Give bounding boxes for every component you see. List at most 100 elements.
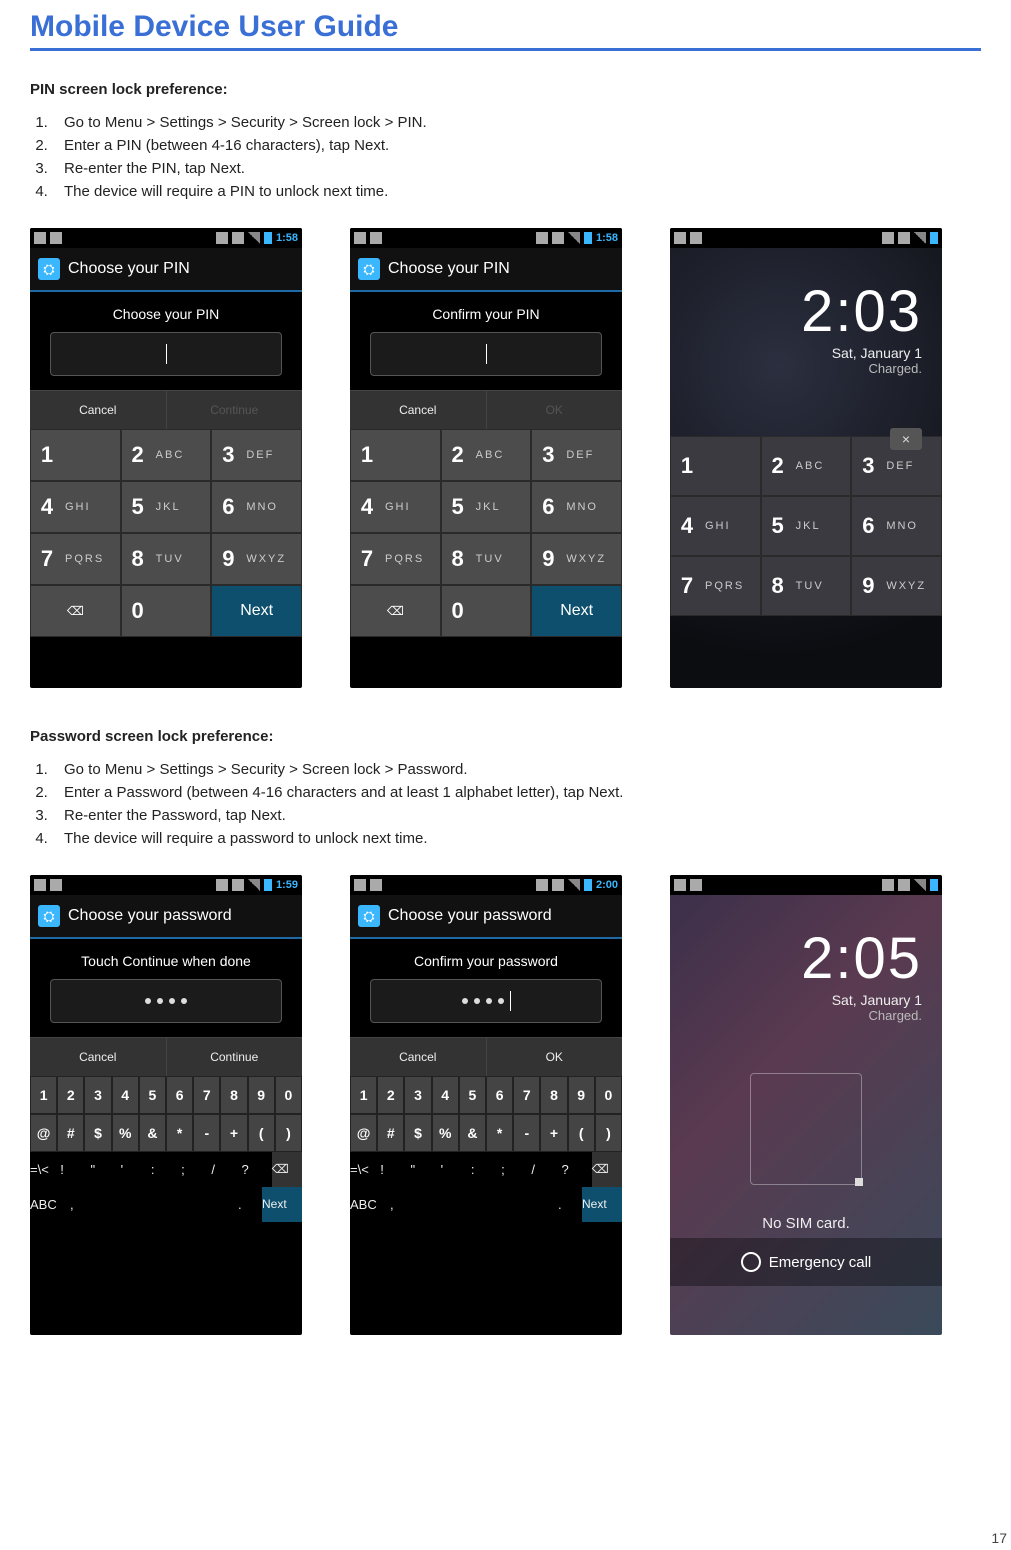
key[interactable]: 3 xyxy=(404,1076,431,1114)
key[interactable]: - xyxy=(193,1114,220,1152)
key[interactable]: # xyxy=(377,1114,404,1152)
key[interactable]: / xyxy=(211,1152,241,1187)
key[interactable]: ; xyxy=(181,1152,211,1187)
key-backspace[interactable]: ⌫ xyxy=(272,1152,302,1187)
key-4[interactable]: 4GHI xyxy=(670,496,761,556)
key[interactable]: 2 xyxy=(57,1076,84,1114)
key-next[interactable]: Next xyxy=(262,1187,302,1222)
key-0[interactable]: 0 xyxy=(121,585,212,637)
key[interactable]: ' xyxy=(121,1152,151,1187)
key[interactable]: 8 xyxy=(220,1076,247,1114)
key-0[interactable]: 0 xyxy=(441,585,532,637)
pin-input[interactable] xyxy=(50,332,282,376)
key-2[interactable]: 2ABC xyxy=(441,429,532,481)
key-comma[interactable]: , xyxy=(390,1187,414,1222)
key-2[interactable]: 2ABC xyxy=(761,436,852,496)
key[interactable]: : xyxy=(471,1152,501,1187)
key[interactable]: 3 xyxy=(84,1076,111,1114)
key-more[interactable]: =\< xyxy=(350,1152,380,1187)
ok-button[interactable]: OK xyxy=(487,1038,623,1076)
key-next[interactable]: Next xyxy=(211,585,302,637)
key[interactable]: 9 xyxy=(248,1076,275,1114)
key-6[interactable]: 6MNO xyxy=(211,481,302,533)
key[interactable]: * xyxy=(486,1114,513,1152)
key[interactable]: ! xyxy=(60,1152,90,1187)
key[interactable]: $ xyxy=(404,1114,431,1152)
key[interactable]: 5 xyxy=(459,1076,486,1114)
key-2[interactable]: 2ABC xyxy=(121,429,212,481)
key[interactable]: 0 xyxy=(275,1076,302,1114)
key-3[interactable]: 3DEF xyxy=(211,429,302,481)
key-5[interactable]: 5JKL xyxy=(761,496,852,556)
key[interactable]: # xyxy=(57,1114,84,1152)
key[interactable]: 2 xyxy=(377,1076,404,1114)
key[interactable]: ( xyxy=(248,1114,275,1152)
password-input[interactable] xyxy=(370,979,602,1023)
key[interactable]: + xyxy=(220,1114,247,1152)
cancel-button[interactable]: Cancel xyxy=(350,1038,487,1076)
unlock-area[interactable] xyxy=(750,1073,862,1185)
key-1[interactable]: 1 xyxy=(30,429,121,481)
key[interactable]: ? xyxy=(562,1152,592,1187)
key-8[interactable]: 8TUV xyxy=(761,556,852,616)
key-space[interactable] xyxy=(414,1187,558,1222)
key-next[interactable]: Next xyxy=(582,1187,622,1222)
key[interactable]: 0 xyxy=(595,1076,622,1114)
key-1[interactable]: 1 xyxy=(350,429,441,481)
key[interactable]: " xyxy=(410,1152,440,1187)
key[interactable]: 4 xyxy=(432,1076,459,1114)
pin-input[interactable] xyxy=(370,332,602,376)
key[interactable]: ! xyxy=(380,1152,410,1187)
key[interactable]: - xyxy=(513,1114,540,1152)
key-backspace[interactable]: ⌫ xyxy=(592,1152,622,1187)
key[interactable]: * xyxy=(166,1114,193,1152)
key-abc[interactable]: ABC xyxy=(350,1187,390,1222)
key-8[interactable]: 8TUV xyxy=(441,533,532,585)
key[interactable]: + xyxy=(540,1114,567,1152)
key-6[interactable]: 6MNO xyxy=(851,496,942,556)
key[interactable]: @ xyxy=(30,1114,57,1152)
key-7[interactable]: 7PQRS xyxy=(350,533,441,585)
key[interactable]: 6 xyxy=(486,1076,513,1114)
key-3[interactable]: 3DEF xyxy=(531,429,622,481)
key[interactable]: % xyxy=(432,1114,459,1152)
continue-button[interactable]: Continue xyxy=(167,391,303,429)
key[interactable]: 7 xyxy=(193,1076,220,1114)
backspace-button[interactable] xyxy=(890,428,922,450)
key[interactable]: 4 xyxy=(112,1076,139,1114)
key-space[interactable] xyxy=(94,1187,238,1222)
key[interactable]: 7 xyxy=(513,1076,540,1114)
key-5[interactable]: 5JKL xyxy=(441,481,532,533)
key[interactable]: 6 xyxy=(166,1076,193,1114)
key-4[interactable]: 4GHI xyxy=(30,481,121,533)
key-5[interactable]: 5JKL xyxy=(121,481,212,533)
key-9[interactable]: 9WXYZ xyxy=(851,556,942,616)
key-next[interactable]: Next xyxy=(531,585,622,637)
key-backspace[interactable]: ⌫ xyxy=(350,585,441,637)
key[interactable]: ( xyxy=(568,1114,595,1152)
key[interactable]: 8 xyxy=(540,1076,567,1114)
key-4[interactable]: 4GHI xyxy=(350,481,441,533)
key[interactable]: ' xyxy=(441,1152,471,1187)
key[interactable]: ) xyxy=(595,1114,622,1152)
cancel-button[interactable]: Cancel xyxy=(350,391,487,429)
key-more[interactable]: =\< xyxy=(30,1152,60,1187)
key[interactable]: % xyxy=(112,1114,139,1152)
key-9[interactable]: 9WXYZ xyxy=(211,533,302,585)
key-9[interactable]: 9WXYZ xyxy=(531,533,622,585)
key[interactable]: 1 xyxy=(350,1076,377,1114)
password-input[interactable] xyxy=(50,979,282,1023)
key[interactable]: & xyxy=(459,1114,486,1152)
key[interactable]: @ xyxy=(350,1114,377,1152)
key-1[interactable]: 1 xyxy=(670,436,761,496)
key[interactable]: ? xyxy=(242,1152,272,1187)
key[interactable]: : xyxy=(151,1152,181,1187)
ok-button[interactable]: OK xyxy=(487,391,623,429)
key[interactable]: ) xyxy=(275,1114,302,1152)
emergency-call-button[interactable]: Emergency call xyxy=(670,1238,942,1286)
key[interactable]: " xyxy=(90,1152,120,1187)
key[interactable]: 5 xyxy=(139,1076,166,1114)
key-dot[interactable]: . xyxy=(558,1187,582,1222)
key[interactable]: / xyxy=(531,1152,561,1187)
cancel-button[interactable]: Cancel xyxy=(30,1038,167,1076)
